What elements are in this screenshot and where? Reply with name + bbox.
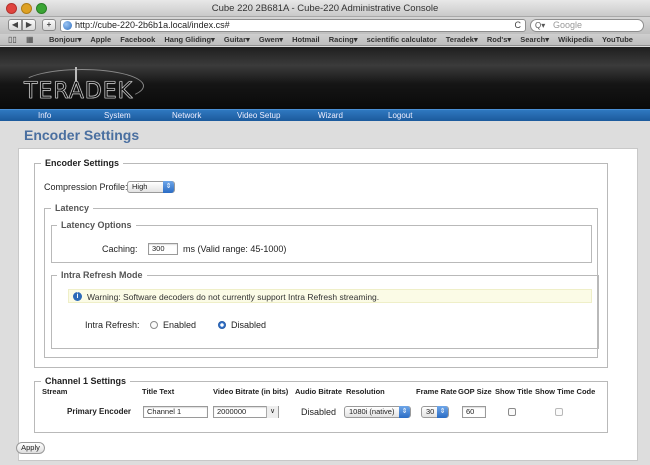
window-titlebar: Cube 220 2B681A - Cube-220 Administrativ… — [0, 0, 650, 17]
window-title: Cube 220 2B681A - Cube-220 Administrativ… — [211, 3, 439, 14]
title-text-input[interactable]: Channel 1 — [143, 406, 208, 418]
nav-video-setup[interactable]: Video Setup — [237, 110, 280, 121]
encoder-settings-legend: Encoder Settings — [41, 158, 124, 168]
latency-legend: Latency — [51, 203, 94, 213]
bookmark-item[interactable]: Apple — [90, 35, 111, 44]
browser-toolbar: ◀ ▶ + http://cube-220-2b6b1a.local/index… — [0, 17, 650, 34]
show-time-code-checkbox[interactable] — [555, 408, 563, 416]
resolution-select[interactable]: 1080i (native) ⇕ — [344, 406, 411, 418]
back-arrow-icon: ◀ — [11, 20, 19, 29]
header-banner: TERADEK — [0, 47, 650, 109]
audio-bitrate-value: Disabled — [301, 407, 337, 417]
col-video-bitrate: Video Bitrate (in bits) — [213, 387, 289, 396]
bookmark-item[interactable]: Rod's▾ — [487, 35, 511, 44]
latency-options-fieldset: Latency Options Caching: 300 ms (Valid r… — [51, 220, 592, 263]
forward-arrow-icon: ▶ — [25, 20, 33, 29]
col-stream: Stream — [42, 387, 68, 396]
frame-rate-value: 30 — [426, 407, 435, 416]
book-icon[interactable]: ▯▯ — [8, 35, 17, 44]
teradek-logo: TERADEK — [24, 79, 134, 105]
dropdown-arrows-icon: ⇕ — [399, 406, 410, 418]
col-audio-bitrate: Audio Bitrate — [295, 387, 343, 396]
bookmark-item[interactable]: Hang Gliding▾ — [164, 35, 214, 44]
channel-settings-fieldset: Channel 1 Settings Stream Title Text Vid… — [34, 376, 608, 433]
col-show-title: Show Title — [495, 387, 533, 396]
globe-icon — [63, 21, 72, 30]
bookmark-item[interactable]: Wikipedia — [558, 35, 593, 44]
page-title: Encoder Settings — [24, 127, 140, 143]
intra-refresh-disabled-radio[interactable] — [218, 321, 226, 329]
compression-profile-value: High — [132, 182, 148, 191]
latency-fieldset: Latency Latency Options Caching: 300 ms … — [44, 203, 599, 358]
bookmark-item[interactable]: Bonjour▾ — [49, 35, 82, 44]
plus-icon: + — [46, 20, 52, 29]
nav-info[interactable]: Info — [38, 110, 51, 121]
enabled-label[interactable]: Enabled — [163, 320, 196, 330]
intra-refresh-warning: i Warning: Software decoders do not curr… — [68, 289, 592, 303]
info-icon: i — [73, 292, 82, 301]
dropdown-arrows-icon: ⇕ — [163, 181, 174, 193]
bookmark-item[interactable]: Search▾ — [520, 35, 549, 44]
forward-button[interactable]: ▶ — [22, 19, 36, 31]
bookmark-list: Bonjour▾ Apple Facebook Hang Gliding▾ Gu… — [49, 35, 640, 44]
col-frame-rate: Frame Rate — [416, 387, 457, 396]
frame-rate-select[interactable]: 30 ⇕ — [421, 406, 449, 418]
add-bookmark-button[interactable]: + — [42, 19, 56, 31]
search-placeholder: Google — [553, 20, 583, 30]
stream-name: Primary Encoder — [67, 407, 132, 416]
latency-options-legend: Latency Options — [57, 220, 136, 230]
main-nav: Info System Network Video Setup Wizard L… — [0, 109, 650, 121]
show-title-checkbox[interactable] — [508, 408, 516, 416]
address-bar[interactable]: http://cube-220-2b6b1a.local/index.cs# C — [60, 19, 526, 32]
warning-text: Warning: Software decoders do not curren… — [87, 292, 380, 302]
video-bitrate-input[interactable]: 2000000 ∨ — [213, 406, 279, 418]
bookmark-item[interactable]: Hotmail — [292, 35, 320, 44]
apply-button[interactable]: Apply — [16, 442, 45, 454]
nav-logout[interactable]: Logout — [388, 110, 412, 121]
intra-refresh-enabled-radio[interactable] — [150, 321, 158, 329]
compression-profile-label: Compression Profile: — [44, 182, 128, 192]
nav-wizard[interactable]: Wizard — [318, 110, 343, 121]
caching-input[interactable]: 300 — [148, 243, 178, 255]
col-title-text: Title Text — [142, 387, 175, 396]
bookmark-item[interactable]: Teradek▾ — [446, 35, 478, 44]
caching-hint: ms (Valid range: 45-1000) — [183, 244, 287, 254]
bookmark-item[interactable]: scientific calculator — [367, 35, 437, 44]
back-button[interactable]: ◀ — [8, 19, 22, 31]
resolution-value: 1080i (native) — [349, 407, 395, 416]
nav-system[interactable]: System — [104, 110, 131, 121]
col-gop-size: GOP Size — [458, 387, 492, 396]
intra-refresh-legend: Intra Refresh Mode — [57, 270, 147, 280]
bookmark-item[interactable]: Guitar▾ — [224, 35, 250, 44]
search-icon: Q▾ — [535, 21, 546, 30]
video-bitrate-value: 2000000 — [217, 407, 247, 416]
col-resolution: Resolution — [346, 387, 385, 396]
channel-settings-legend: Channel 1 Settings — [41, 376, 131, 386]
encoder-settings-fieldset: Encoder Settings Compression Profile: Hi… — [34, 158, 608, 368]
caching-label: Caching: — [102, 244, 138, 254]
grid-icon[interactable]: ▦ — [26, 35, 34, 44]
gop-size-input[interactable]: 60 — [462, 406, 486, 418]
chevron-down-icon[interactable]: ∨ — [266, 406, 278, 418]
compression-profile-select[interactable]: High ⇕ — [127, 181, 175, 193]
bookmark-item[interactable]: Facebook — [120, 35, 155, 44]
url-text: http://cube-220-2b6b1a.local/index.cs# — [75, 20, 230, 30]
disabled-label[interactable]: Disabled — [231, 320, 266, 330]
intra-refresh-fieldset: Intra Refresh Mode i Warning: Software d… — [51, 270, 599, 349]
search-field[interactable]: Q▾ Google — [530, 19, 644, 32]
bookmarks-bar: ▯▯ ▦ Bonjour▾ Apple Facebook Hang Glidin… — [0, 34, 650, 46]
bookmark-item[interactable]: Racing▾ — [329, 35, 358, 44]
dropdown-arrows-icon: ⇕ — [437, 406, 448, 418]
intra-refresh-label: Intra Refresh: — [85, 320, 140, 330]
reload-icon[interactable]: C — [515, 20, 522, 31]
bookmark-item[interactable]: YouTube — [602, 35, 633, 44]
col-show-time-code: Show Time Code — [535, 387, 596, 396]
bookmark-item[interactable]: Gwen▾ — [259, 35, 283, 44]
nav-network[interactable]: Network — [172, 110, 201, 121]
